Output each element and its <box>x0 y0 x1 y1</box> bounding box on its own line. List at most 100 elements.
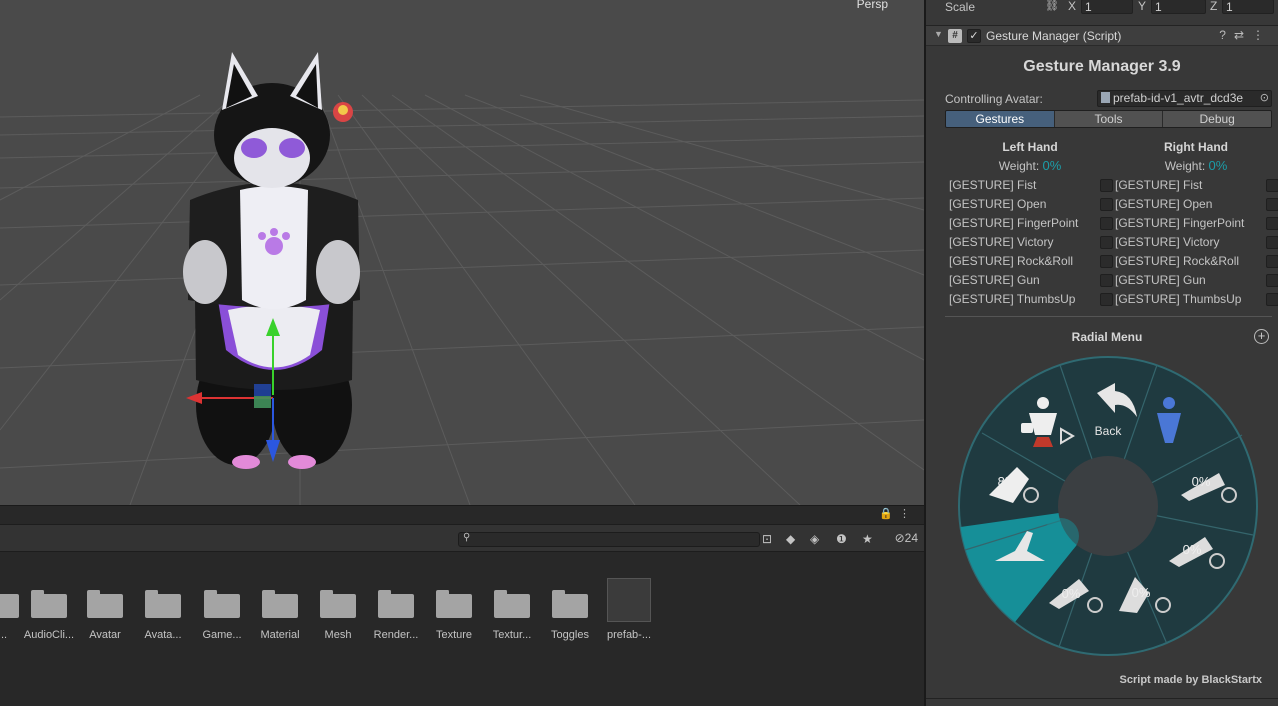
tab-debug[interactable]: Debug <box>1163 111 1271 127</box>
list-item[interactable]: [GESTURE] ThumbsUp <box>1113 292 1278 311</box>
radial-menu[interactable]: Back 8% 0% 0% 0% 0% <box>957 355 1259 657</box>
component-title: Gesture Manager (Script) <box>986 29 1122 43</box>
asset-label: Avatar <box>89 629 121 641</box>
asset-label: Textur... <box>492 629 532 641</box>
gesture-label: [GESTURE] FingerPoint <box>1115 216 1245 230</box>
list-item[interactable]: [GESTURE] Gun <box>1113 273 1278 292</box>
scene-view[interactable]: Persp <box>0 0 924 505</box>
asset-label: prefab-... <box>606 629 652 641</box>
gesture-checkbox[interactable] <box>1266 274 1278 287</box>
left-weight: Weight: 0% <box>947 158 1113 178</box>
gesture-label: [GESTURE] Gun <box>1115 273 1206 287</box>
controlling-avatar-value: prefab-id-v1_avtr_dcd3e <box>1113 91 1244 105</box>
asset-folder[interactable]: Texture <box>425 572 483 641</box>
right-weight-value: 0% <box>1208 158 1228 173</box>
asset-folder[interactable]: Material <box>251 572 309 641</box>
folder-icon <box>494 590 530 618</box>
gesture-label: [GESTURE] Rock&Roll <box>949 254 1074 268</box>
component-header-icons[interactable]: ?⇄⋮ <box>1219 28 1272 42</box>
component-header[interactable]: ▼ # ✓ Gesture Manager (Script) ?⇄⋮ <box>926 25 1278 46</box>
hidden-packages-count[interactable]: ⊘24 <box>895 531 918 545</box>
scale-label: Scale <box>945 0 976 14</box>
asset-label: Render... <box>373 629 419 641</box>
component-enabled-checkbox[interactable]: ✓ <box>967 29 981 43</box>
gesture-checkbox[interactable] <box>1266 236 1278 249</box>
gesture-checkbox[interactable] <box>1266 255 1278 268</box>
weight-label: Weight: <box>998 159 1040 173</box>
tab-gestures[interactable]: Gestures <box>946 111 1055 127</box>
list-item[interactable]: [GESTURE] Rock&Roll <box>947 254 1113 273</box>
projection-label[interactable]: Persp <box>857 0 888 11</box>
gesture-manager-title: Gesture Manager 3.9 <box>1023 58 1181 75</box>
gesture-checkbox[interactable] <box>1266 293 1278 306</box>
asset-folder[interactable]: AudioCli... <box>20 572 78 641</box>
controlling-avatar-field[interactable]: prefab-id-v1_avtr_dcd3e ⊙ <box>1097 90 1272 107</box>
slice-value: 0% <box>1132 585 1151 600</box>
gesture-checkbox[interactable] <box>1100 179 1113 192</box>
gesture-checkbox[interactable] <box>1100 255 1113 268</box>
gesture-manager-tabs: Gestures Tools Debug <box>945 110 1272 128</box>
favorite-star-icon[interactable]: ★ <box>862 531 873 547</box>
list-item[interactable]: [GESTURE] Victory <box>947 235 1113 254</box>
gesture-checkbox[interactable] <box>1266 179 1278 192</box>
scale-row: Scale ⛓ X 1 Y 1 Z 1 <box>926 0 1278 16</box>
gesture-checkbox[interactable] <box>1100 236 1113 249</box>
gesture-checkbox[interactable] <box>1100 274 1113 287</box>
folder-icon <box>262 590 298 618</box>
right-gesture-list: [GESTURE] Fist [GESTURE] Open [GESTURE] … <box>1113 178 1278 311</box>
gesture-label: [GESTURE] Victory <box>949 235 1054 249</box>
hidden-count-value: 24 <box>904 531 918 545</box>
scale-x-label: X <box>1068 0 1077 13</box>
asset-folder[interactable]: Render... <box>367 572 425 641</box>
list-item[interactable]: [GESTURE] Open <box>1113 197 1278 216</box>
list-item[interactable]: [GESTURE] ThumbsUp <box>947 292 1113 311</box>
gesture-checkbox[interactable] <box>1100 293 1113 306</box>
asset-folder[interactable]: Mesh <box>309 572 367 641</box>
scale-y-label: Y <box>1138 0 1147 13</box>
asset-folder[interactable]: Textur... <box>483 572 541 641</box>
scale-y-field[interactable]: 1 <box>1151 0 1206 14</box>
asset-prefab[interactable]: prefab-... <box>600 572 658 641</box>
asset-label: Material <box>260 629 300 641</box>
asset-folder[interactable]: Avatar <box>76 572 134 641</box>
console-warning-icon[interactable]: ❶ <box>836 531 847 547</box>
asset-folder[interactable]: Avata... <box>134 572 192 641</box>
list-item[interactable]: [GESTURE] Rock&Roll <box>1113 254 1278 273</box>
tab-tools[interactable]: Tools <box>1054 111 1164 127</box>
list-item[interactable]: [GESTURE] FingerPoint <box>947 216 1113 235</box>
slice-value: 0% <box>1062 586 1081 601</box>
list-item[interactable]: [GESTURE] Fist <box>1113 178 1278 197</box>
foldout-arrow-icon[interactable]: ▼ <box>934 29 943 39</box>
search-input[interactable]: ⚲ <box>458 532 760 547</box>
object-picker-icon[interactable]: ⊙ <box>1260 91 1269 106</box>
gesture-label: [GESTURE] Fist <box>949 178 1037 192</box>
gesture-checkbox[interactable] <box>1100 198 1113 211</box>
gesture-label: [GESTURE] Victory <box>1115 235 1220 249</box>
project-window: 🔒⋮ ⚲ ⊡ ◆ ◈ ❶ ★ ⊘24 t... AudioCli... Avat… <box>0 505 924 706</box>
search-by-type-icon[interactable]: ⊡ <box>762 531 772 547</box>
link-icon[interactable]: ⛓ <box>1045 0 1059 12</box>
lock-menu-icons[interactable]: 🔒⋮ <box>879 507 916 520</box>
scale-z-field[interactable]: 1 <box>1222 0 1274 14</box>
gesture-checkbox[interactable] <box>1266 198 1278 211</box>
list-item[interactable]: [GESTURE] Gun <box>947 273 1113 292</box>
label-filter-icon[interactable]: ◈ <box>810 531 819 547</box>
gesture-checkbox[interactable] <box>1266 217 1278 230</box>
scale-x-field[interactable]: 1 <box>1081 0 1133 14</box>
script-icon: # <box>948 29 962 43</box>
list-item[interactable]: [GESTURE] Victory <box>1113 235 1278 254</box>
right-hand-section: Right Hand Weight: 0% [GESTURE] Fist [GE… <box>1113 140 1278 311</box>
list-item[interactable]: [GESTURE] Fist <box>947 178 1113 197</box>
filter-type-icon[interactable]: ◆ <box>786 531 795 547</box>
gesture-label: [GESTURE] Open <box>949 197 1047 211</box>
project-toolbar: ⚲ ⊡ ◆ ◈ ❶ ★ ⊘24 <box>0 524 924 552</box>
prefab-thumbnail <box>607 578 651 622</box>
list-item[interactable]: [GESTURE] FingerPoint <box>1113 216 1278 235</box>
gesture-checkbox[interactable] <box>1100 217 1113 230</box>
asset-folder[interactable]: Toggles <box>541 572 599 641</box>
list-item[interactable]: [GESTURE] Open <box>947 197 1113 216</box>
folder-icon <box>320 590 356 618</box>
asset-folder[interactable]: Game... <box>193 572 251 641</box>
folder-icon <box>204 590 240 618</box>
add-plus-icon[interactable]: + <box>1254 329 1269 344</box>
